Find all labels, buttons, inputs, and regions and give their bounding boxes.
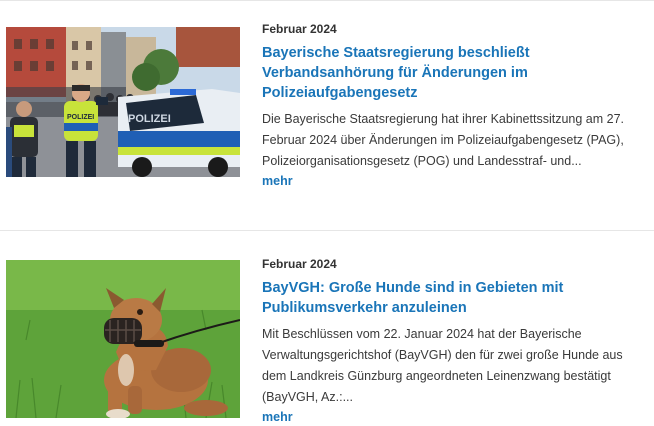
article-title-link[interactable]: Bayerische Staatsregierung beschließt Ve… xyxy=(262,43,650,103)
police-photo[interactable]: POLIZEI POLIZEI xyxy=(6,27,240,177)
dog-photo[interactable] xyxy=(6,260,240,418)
article-date: Februar 2024 xyxy=(262,22,337,36)
more-link[interactable]: mehr xyxy=(262,408,293,426)
article-teaser: Mit Beschlüssen vom 22. Januar 2024 hat … xyxy=(262,327,623,404)
article-teaser: Die Bayerische Staatsregierung hat ihrer… xyxy=(262,112,624,168)
vest-label: POLIZEI xyxy=(67,114,94,121)
more-link[interactable]: mehr xyxy=(262,172,293,190)
article-title-link[interactable]: BayVGH: Große Hunde sind in Gebieten mit… xyxy=(262,278,650,318)
news-item: Februar 2024 BayVGH: Große Hunde sind in… xyxy=(0,230,654,424)
van-label: POLIZEI xyxy=(128,113,171,125)
news-item: POLIZEI POLIZEI Februar 2024 Bayerische … xyxy=(0,0,654,227)
article-text: Februar 2024 Bayerische Staatsregierung … xyxy=(262,21,650,190)
article-text: Februar 2024 BayVGH: Große Hunde sind in… xyxy=(262,256,650,426)
article-date: Februar 2024 xyxy=(262,257,337,271)
